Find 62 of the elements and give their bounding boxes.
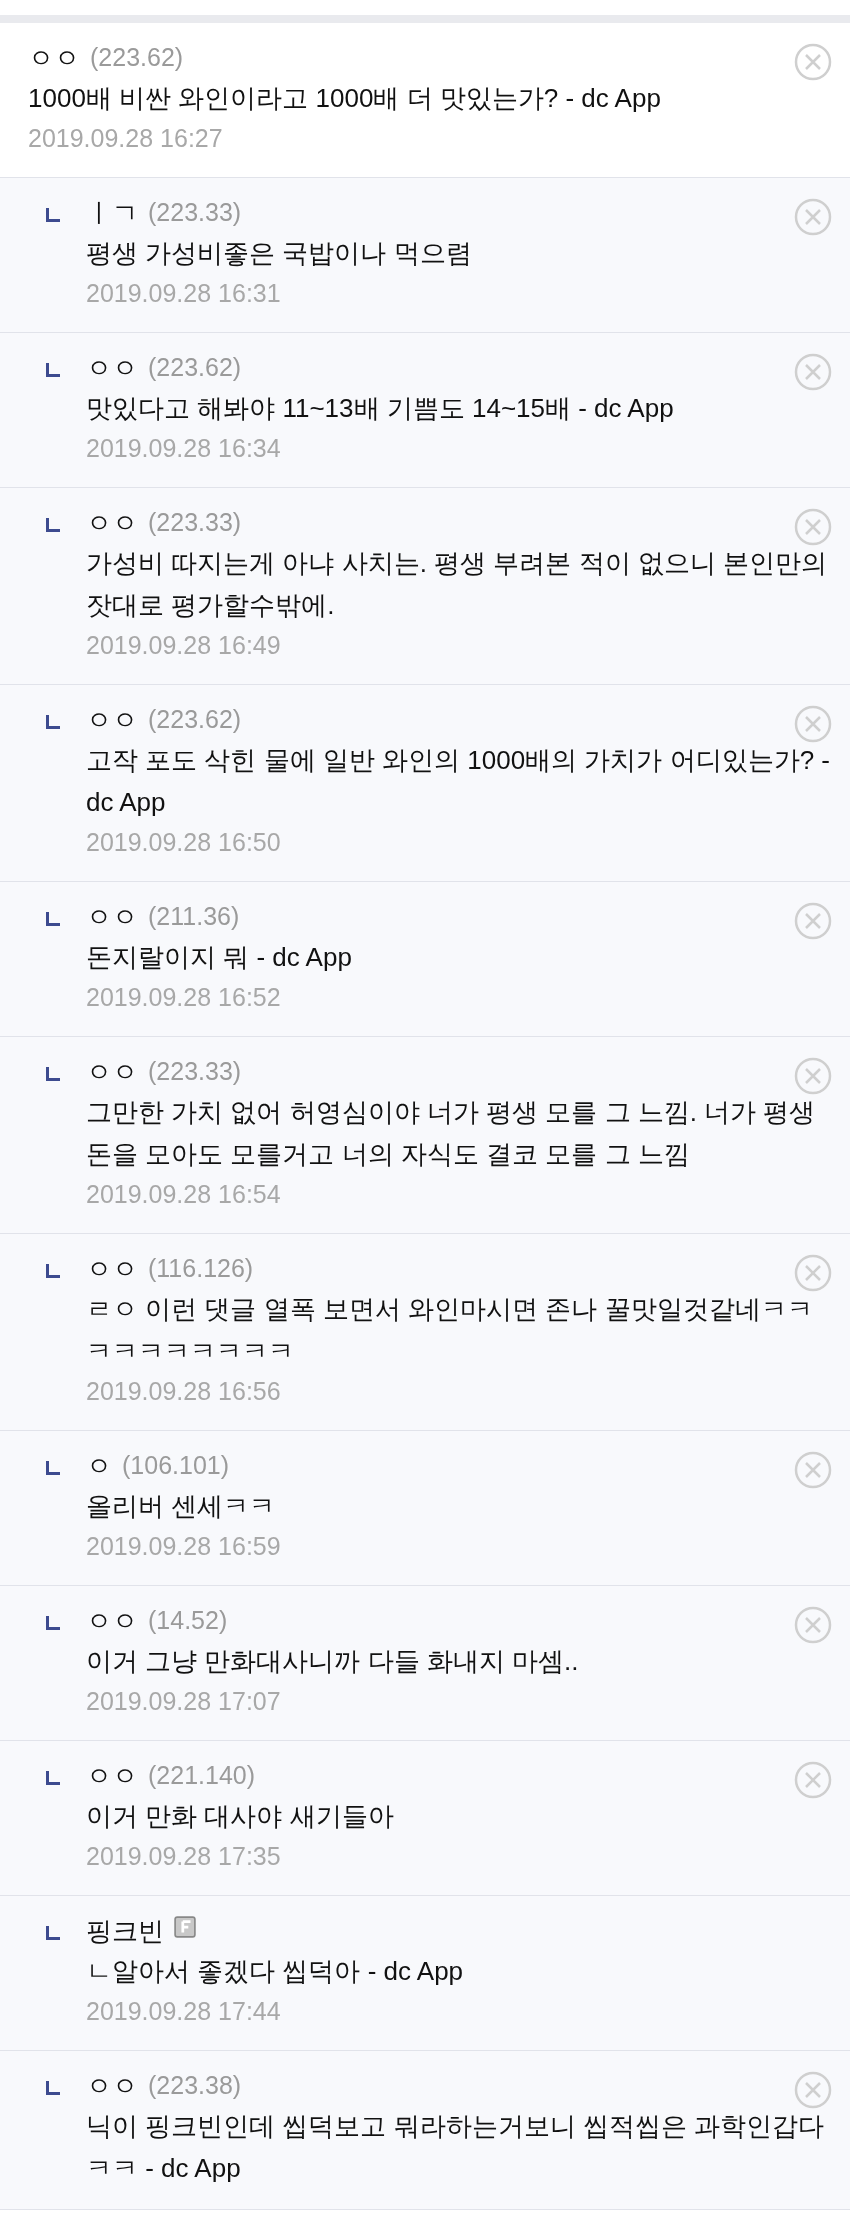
delete-button[interactable] [794, 1451, 832, 1489]
author-name: ㅇㅇ [86, 1055, 138, 1089]
comment-text: 고작 포도 삭힌 물에 일반 와인의 1000배의 가치가 어디있는가? - dc App [86, 744, 831, 819]
author-name: ㅇㅇ [86, 1759, 138, 1793]
delete-button[interactable] [794, 1606, 832, 1644]
comment-date: 2019.09.28 16:52 [86, 982, 282, 1013]
author-name: ㅇㅇ [86, 2069, 138, 2103]
delete-button[interactable] [794, 1254, 832, 1292]
comment-text: 이거 만화 대사야 새기들아 [86, 1800, 395, 1833]
ip-address: (223.38) [148, 2070, 242, 2102]
author-name: ㅇㅇ [86, 1252, 138, 1286]
comment-date: 2019.09.28 16:34 [86, 433, 282, 464]
ip-address: (223.62) [90, 42, 184, 74]
comment-date: 2019.09.28 16:31 [86, 278, 282, 309]
delete-button[interactable] [794, 2071, 832, 2109]
comment-date: 2019.09.28 16:27 [28, 123, 224, 154]
comment-date: 2019.09.28 16:59 [86, 1531, 282, 1562]
delete-button[interactable] [794, 43, 832, 81]
ip-address: (223.62) [148, 352, 242, 384]
delete-button[interactable] [794, 353, 832, 391]
comment-date: 2019.09.28 16:50 [86, 827, 282, 858]
author-name: 핑크빈 [86, 1914, 164, 1948]
author-name: ㅣㄱ [86, 196, 138, 230]
author-name: ㅇㅇ [86, 1604, 138, 1638]
author-name: ㅇㅇ [28, 41, 80, 75]
ip-address: (223.33) [148, 197, 242, 229]
comment-text: 그만한 가치 없어 허영심이야 너가 평생 모를 그 느낌. 너가 평생 돈을 모아도 모를거고 너의 자식도 결코 모를 그 느낌 [86, 1096, 817, 1171]
ip-address: (106.101) [122, 1450, 230, 1482]
author-name: ㅇㅇ [86, 351, 138, 385]
author-name: ㅇㅇ [86, 506, 138, 540]
author-name: ㅇㅇ [86, 900, 138, 934]
comment-text: 가성비 따지는게 아냐 사치는. 평생 부려본 적이 없으니 본인만의 잣대로 평가할수밖에. [86, 547, 828, 622]
comment-text: ㄹㅇ 이런 댓글 열폭 보면서 와인마시면 존나 꿀맛일것같네ㅋㅋㅋㅋㅋㅋㅋㅋㅋㅋ [86, 1293, 814, 1368]
comment-date: 2019.09.28 16:56 [86, 1376, 282, 1407]
ip-address: (14.52) [148, 1605, 228, 1637]
comment-date: 2019.09.28 17:07 [86, 1686, 282, 1717]
comment-date: 2019.09.28 17:44 [86, 1996, 282, 2027]
delete-button[interactable] [794, 1761, 832, 1799]
comment-text: ㄴ알아서 좋겠다 씹덕아 - dc App [86, 1955, 465, 1988]
ip-address: (223.33) [148, 1056, 242, 1088]
ip-address: (211.36) [148, 901, 240, 933]
comment-text: 평생 가성비좋은 국밥이나 먹으렴 [86, 237, 473, 270]
comment-date: 2019.09.28 17:35 [86, 1841, 282, 1872]
comment-text: 이거 그냥 만화대사니까 다들 화내지 마셈.. [86, 1645, 580, 1678]
ip-address: (116.126) [148, 1253, 254, 1285]
comment-date: 2019.09.28 16:54 [86, 1179, 282, 1210]
author-name: ㅇ [86, 1449, 112, 1483]
ip-address: (223.33) [148, 507, 242, 539]
delete-button[interactable] [794, 198, 832, 236]
comment-text: 닉이 핑크빈인데 씹덕보고 뭐라하는거보니 씹적씹은 과학인갑다 ㅋㅋ - dc App [86, 2110, 826, 2185]
delete-button[interactable] [794, 902, 832, 940]
comment-text: 올리버 센세ㅋㅋ [86, 1490, 277, 1523]
comment-text: 1000배 비싼 와인이라고 1000배 더 맛있는가? - dc App [28, 82, 662, 115]
author-name: ㅇㅇ [86, 703, 138, 737]
comment-text: 돈지랄이지 뭐 - dc App [86, 941, 353, 974]
ip-address: (223.62) [148, 704, 242, 736]
ip-address: (221.140) [148, 1760, 256, 1792]
delete-button[interactable] [794, 1057, 832, 1095]
comment-date: 2019.09.28 16:49 [86, 630, 282, 661]
delete-button[interactable] [794, 508, 832, 546]
delete-button[interactable] [794, 705, 832, 743]
comment-text: 맛있다고 해봐야 11~13배 기쁨도 14~15배 - dc App [86, 392, 675, 425]
